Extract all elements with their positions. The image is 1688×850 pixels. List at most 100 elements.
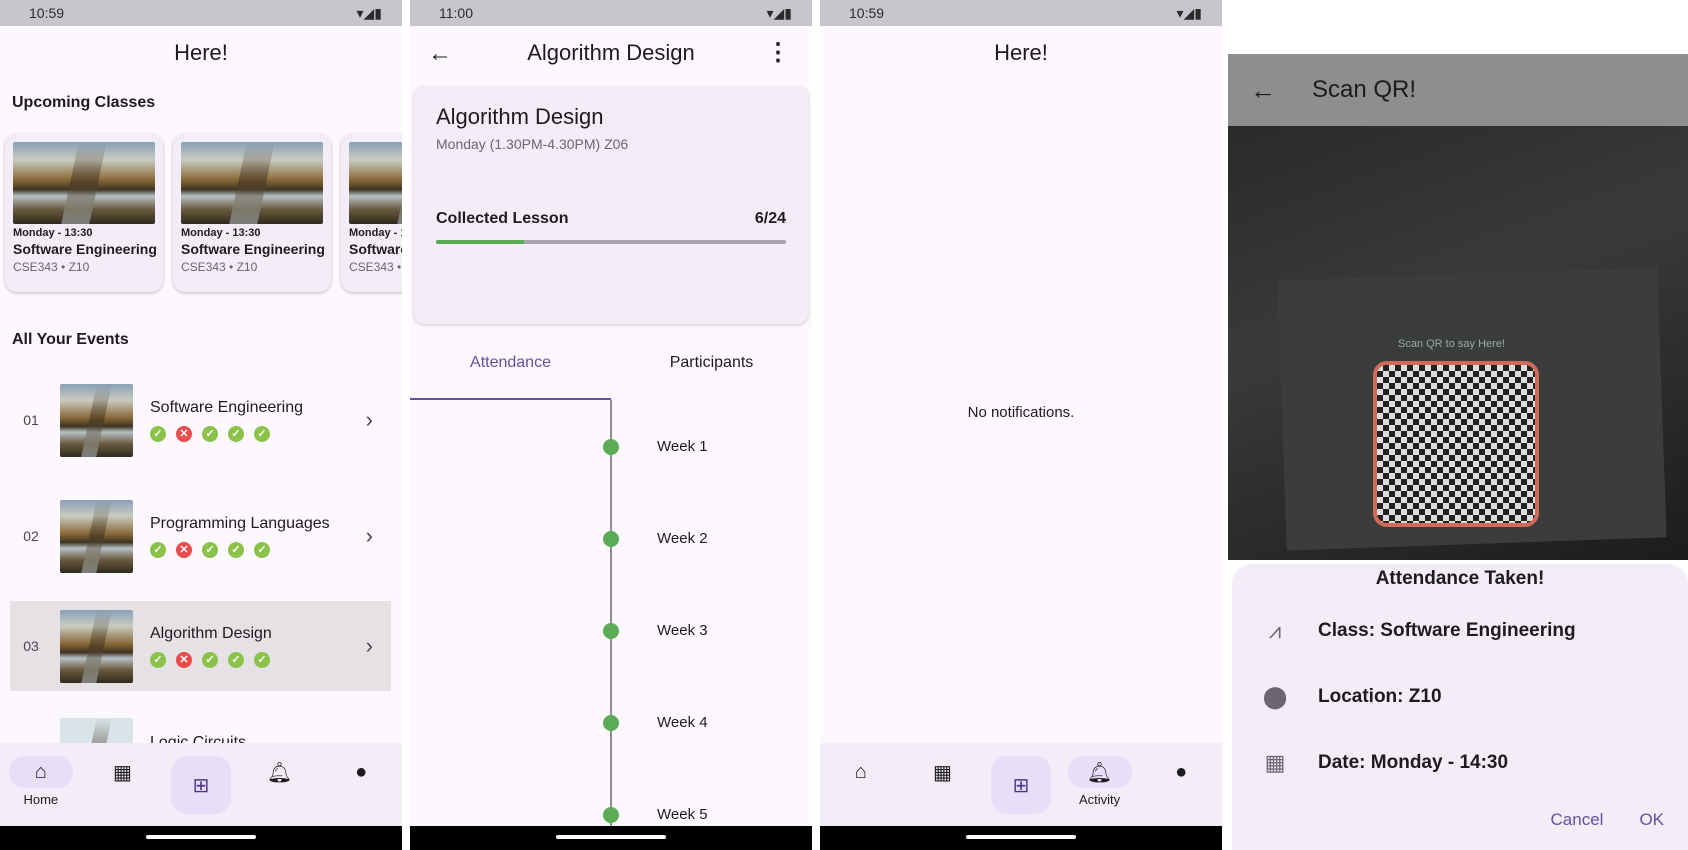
calendar-icon: ▦ bbox=[932, 761, 952, 784]
chevron-right-icon: › bbox=[365, 633, 373, 658]
week-label: Week 5 bbox=[657, 806, 708, 823]
status-time: 10:59 bbox=[29, 5, 65, 21]
cancel-button[interactable]: Cancel bbox=[1551, 810, 1604, 830]
tab-participants[interactable]: Participants bbox=[611, 340, 812, 400]
event-thumbnail bbox=[60, 499, 133, 573]
class-thumbnail bbox=[181, 142, 323, 224]
app-bar: Here! bbox=[820, 26, 1222, 80]
event-title: Programming Languages bbox=[150, 514, 330, 532]
status-bar: 11:00 ▾◢▮ bbox=[410, 0, 812, 26]
location-pin-icon: ⬤ bbox=[1262, 684, 1288, 709]
class-card[interactable]: Monday - 13:30 Software Engineering CSE3… bbox=[5, 134, 163, 292]
qr-code-frame bbox=[1373, 361, 1539, 527]
calendar-icon: ▦ bbox=[112, 761, 132, 784]
nav-scan[interactable]: ⊞ bbox=[990, 756, 1051, 814]
nav-profile[interactable]: ● bbox=[328, 756, 394, 816]
course-card: Algorithm Design Monday (1.30PM-4.30PM) … bbox=[414, 86, 808, 324]
class-title: Software Engineering bbox=[13, 241, 157, 257]
nav-profile[interactable]: ● bbox=[1148, 756, 1214, 816]
qr-scan-icon: ⊞ bbox=[192, 774, 210, 797]
check-icon: ✓ bbox=[150, 425, 166, 442]
back-arrow-icon[interactable]: ← bbox=[1250, 75, 1276, 106]
back-arrow-icon[interactable]: ← bbox=[428, 40, 452, 68]
event-row-selected[interactable]: 03 Algorithm Design ✓ ✕ ✓ ✓ ✓ › bbox=[10, 601, 391, 691]
events-heading: All Your Events bbox=[12, 331, 129, 348]
tab-bar: Attendance Participants bbox=[410, 340, 812, 400]
week-dot bbox=[603, 715, 619, 731]
class-thumbnail bbox=[13, 142, 155, 224]
app-title: Here! bbox=[174, 40, 228, 65]
nav-home[interactable]: ⌂ bbox=[828, 756, 894, 816]
status-bar: 10:59 ▾◢▮ bbox=[0, 0, 402, 26]
upcoming-heading: Upcoming Classes bbox=[12, 94, 156, 111]
class-card[interactable]: Monday - 13:30 Software Engineering CSE3… bbox=[341, 134, 402, 292]
event-row[interactable]: 01 Software Engineering ✓ ✕ ✓ ✓ ✓ › bbox=[10, 375, 391, 465]
attendance-dialog: Attendance Taken! ⩘ Class: Software Engin… bbox=[1232, 564, 1688, 850]
progress-bar bbox=[436, 240, 786, 244]
class-text: Class: Software Engineering bbox=[1318, 620, 1576, 641]
status-bar: 10:59 ▾◢▮ bbox=[820, 0, 1222, 26]
class-thumbnail bbox=[349, 142, 402, 224]
camera-preview: Scan QR to say Here! bbox=[1228, 126, 1688, 560]
app-title: Algorithm Design bbox=[527, 40, 695, 65]
more-vert-icon[interactable]: ⋮ bbox=[766, 38, 790, 67]
check-icon: ✓ bbox=[202, 425, 218, 442]
nav-notifications[interactable]: 🔔︎ bbox=[247, 756, 313, 816]
week-dot bbox=[603, 623, 619, 639]
check-icon: ✓ bbox=[202, 541, 218, 558]
check-icon: ✓ bbox=[150, 651, 166, 668]
dialog-title: Attendance Taken! bbox=[1375, 568, 1545, 589]
status-time: 11:00 bbox=[439, 5, 473, 21]
cross-icon: ✕ bbox=[176, 541, 192, 558]
bell-icon: 🔔︎ bbox=[266, 761, 293, 784]
notifications-screen: 10:59 ▾◢▮ Here! No notifications. ⌂ ▦ ⊞ … bbox=[820, 0, 1222, 850]
event-thumbnail bbox=[60, 609, 133, 683]
course-schedule: Monday (1.30PM-4.30PM) Z06 bbox=[436, 136, 629, 152]
bottom-nav: ⌂ Home ▦ ⊞ 🔔︎ ● bbox=[0, 743, 402, 826]
scan-qr-screen: ← Scan QR! Scan QR to say Here! Attendan… bbox=[1228, 0, 1688, 850]
nav-activity[interactable]: 🔔︎ Activity bbox=[1067, 756, 1133, 816]
cross-icon: ✕ bbox=[176, 651, 192, 668]
nav-home-label: Home bbox=[23, 792, 59, 807]
attendance-checks: ✓ ✕ ✓ ✓ ✓ bbox=[150, 651, 340, 668]
date-text: Date: Monday - 14:30 bbox=[1318, 752, 1509, 773]
app-title: Scan QR! bbox=[1312, 76, 1417, 103]
bottom-nav: ⌂ ▦ ⊞ 🔔︎ Activity ● bbox=[820, 743, 1222, 826]
progress-fill bbox=[436, 240, 524, 244]
nav-calendar[interactable]: ▦ bbox=[89, 756, 155, 816]
week-label: Week 2 bbox=[657, 530, 708, 547]
app-title: Here! bbox=[994, 40, 1048, 65]
person-icon: ● bbox=[1175, 760, 1188, 783]
status-icons: ▾◢▮ bbox=[766, 4, 793, 21]
event-row[interactable]: 02 Programming Languages ✓ ✕ ✓ ✓ ✓ › bbox=[10, 491, 391, 581]
gesture-bar bbox=[820, 826, 1222, 850]
gesture-bar bbox=[0, 826, 402, 850]
bell-icon: 🔔︎ bbox=[1067, 756, 1132, 788]
nav-activity-label: Activity bbox=[1078, 792, 1121, 807]
course-detail-screen: 11:00 ▾◢▮ ← Algorithm Design ⋮ Algorithm… bbox=[410, 0, 812, 850]
check-icon: ✓ bbox=[254, 651, 270, 668]
check-icon: ✓ bbox=[228, 541, 244, 558]
dialog-actions: Cancel OK bbox=[1551, 810, 1664, 830]
person-icon: ● bbox=[355, 760, 368, 783]
event-number: 02 bbox=[23, 528, 39, 544]
nav-calendar[interactable]: ▦ bbox=[909, 756, 975, 816]
week-dot bbox=[603, 439, 619, 455]
week-dot bbox=[603, 531, 619, 547]
attendance-checks: ✓ ✕ ✓ ✓ ✓ bbox=[150, 425, 340, 442]
course-title: Algorithm Design bbox=[436, 104, 604, 129]
tab-attendance[interactable]: Attendance bbox=[410, 340, 611, 400]
event-title: Algorithm Design bbox=[150, 624, 272, 642]
class-code: CSE343 • Z10 bbox=[181, 260, 258, 274]
event-number: 01 bbox=[23, 412, 39, 428]
empty-message: No notifications. bbox=[967, 404, 1075, 421]
qr-scan-icon: ⊞ bbox=[1012, 774, 1030, 797]
nav-home[interactable]: ⌂ Home bbox=[8, 756, 74, 816]
class-code: CSE343 • Z10 bbox=[349, 260, 402, 274]
class-day: Monday - 13:30 bbox=[13, 227, 93, 239]
attendance-checks: ✓ ✕ ✓ ✓ ✓ bbox=[150, 541, 340, 558]
nav-scan[interactable]: ⊞ bbox=[170, 756, 231, 814]
date-row: ▦ Date: Monday - 14:30 bbox=[1232, 730, 1688, 796]
ok-button[interactable]: OK bbox=[1639, 810, 1664, 830]
class-card[interactable]: Monday - 13:30 Software Engineering CSE3… bbox=[173, 134, 331, 292]
